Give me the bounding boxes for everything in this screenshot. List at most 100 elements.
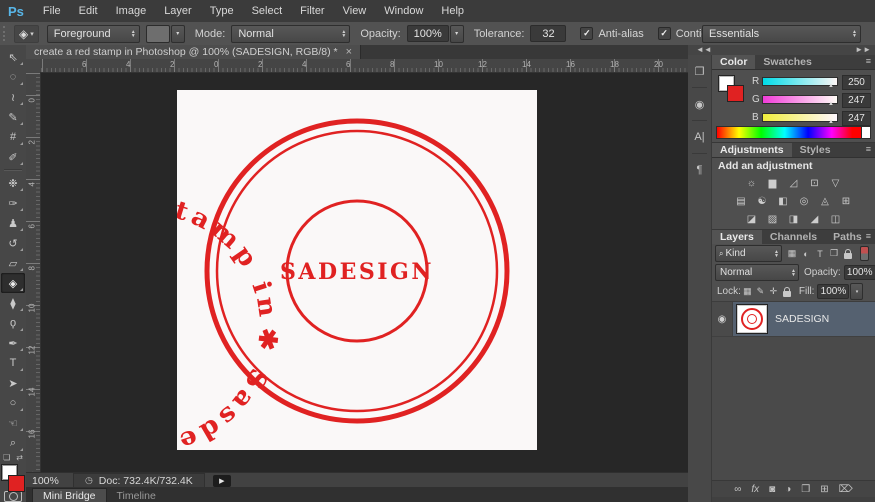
- clone-stamp-tool[interactable]: ♟: [1, 213, 25, 233]
- lock-all-icon[interactable]: [782, 286, 791, 297]
- fill-input[interactable]: 100%: [817, 284, 850, 299]
- filter-pixel-layers-icon[interactable]: ▦: [785, 247, 799, 261]
- menu-layer[interactable]: Layer: [155, 5, 201, 17]
- lock-pixels-icon[interactable]: ✎: [754, 285, 767, 298]
- character-panel-icon[interactable]: A|: [689, 125, 710, 149]
- pattern-caret-button[interactable]: ▾: [170, 24, 185, 43]
- collapse-dock-icon[interactable]: ►►: [855, 45, 871, 54]
- pattern-well[interactable]: [145, 24, 170, 43]
- properties-panel-icon[interactable]: ◉: [689, 92, 710, 116]
- tab-layers[interactable]: Layers: [712, 230, 762, 244]
- menu-view[interactable]: View: [334, 5, 376, 17]
- new-group-icon[interactable]: ❒: [801, 484, 810, 495]
- opacity-caret-button[interactable]: ▾: [449, 24, 464, 43]
- panel-menu-icon[interactable]: ≡: [866, 144, 871, 154]
- tolerance-input[interactable]: 32: [530, 25, 567, 42]
- canvas[interactable]: ✱ Sasdesign ✱ create a red Stamp in SADE…: [40, 90, 537, 462]
- tool-preset-picker[interactable]: ◈ ▾: [14, 24, 39, 43]
- workspace-select[interactable]: Essentials ▲ ▼: [702, 25, 861, 43]
- layer-thumbnail[interactable]: [736, 304, 768, 334]
- bottom-tab-timeline[interactable]: Timeline: [107, 489, 166, 502]
- canvas-viewport[interactable]: ✱ Sasdesign ✱ create a red Stamp in SADE…: [40, 72, 688, 472]
- tab-paths[interactable]: Paths: [825, 230, 870, 244]
- filter-type-layers-icon[interactable]: T: [813, 247, 827, 261]
- channel-mixer-icon[interactable]: ◬: [817, 195, 833, 208]
- layers-opacity-input[interactable]: 100%: [843, 265, 875, 280]
- close-icon[interactable]: ×: [346, 46, 352, 58]
- layer-style-icon[interactable]: fx: [751, 484, 759, 495]
- new-layer-icon[interactable]: ⊞: [820, 484, 828, 495]
- eraser-tool[interactable]: ▱: [1, 253, 25, 273]
- swap-colors-icon[interactable]: ⇄: [16, 453, 23, 462]
- elliptical-marquee-tool[interactable]: ◌: [1, 67, 25, 87]
- color-balance-icon[interactable]: ☯: [754, 195, 770, 208]
- checkbox-anti-alias[interactable]: ✓ Anti-alias: [580, 27, 644, 40]
- ruler-corner[interactable]: [26, 59, 41, 73]
- blend-mode-select[interactable]: Normal ▲ ▼: [715, 264, 799, 281]
- tab-styles[interactable]: Styles: [792, 143, 839, 157]
- blur-tool[interactable]: ⧫: [1, 293, 25, 313]
- levels-icon[interactable]: ▆: [765, 177, 781, 190]
- zoom-tool[interactable]: ⌕: [1, 433, 25, 453]
- selective-color-icon[interactable]: ◫: [828, 213, 844, 226]
- filter-adjustment-layers-icon[interactable]: ◐: [799, 247, 813, 261]
- vibrance-icon[interactable]: ▽: [828, 177, 844, 190]
- paragraph-panel-icon[interactable]: ¶: [689, 158, 710, 182]
- spectrum-white-swatch[interactable]: [861, 126, 871, 139]
- layer-row[interactable]: ◉ SADESIGN: [712, 302, 875, 337]
- filter-smart-object-icon[interactable]: [844, 248, 852, 259]
- black-white-icon[interactable]: ◧: [775, 195, 791, 208]
- path-selection-tool[interactable]: ➤: [1, 373, 25, 393]
- gradient-map-icon[interactable]: ◢: [807, 213, 823, 226]
- background-color-swatch[interactable]: [727, 85, 744, 102]
- hand-tool[interactable]: ☜: [1, 413, 25, 433]
- opacity-input[interactable]: 100%: [406, 25, 449, 42]
- lasso-tool[interactable]: ≀: [1, 87, 25, 107]
- fill-caret[interactable]: ▾: [850, 283, 864, 300]
- new-adjustment-layer-icon[interactable]: ◑: [785, 484, 791, 495]
- menu-edit[interactable]: Edit: [70, 5, 107, 17]
- brush-tool[interactable]: ✑: [1, 193, 25, 213]
- panel-menu-icon[interactable]: ≡: [866, 231, 871, 241]
- eyedropper-tool[interactable]: ✐: [1, 147, 25, 167]
- channel-slider[interactable]: [762, 113, 838, 122]
- slider-thumb-icon[interactable]: ▲: [828, 119, 834, 125]
- move-tool[interactable]: ⇖: [1, 47, 25, 67]
- channel-value-input[interactable]: 247: [842, 93, 871, 108]
- color-lookup-icon[interactable]: ⊞: [838, 195, 854, 208]
- invert-icon[interactable]: ◪: [744, 213, 760, 226]
- layer-visibility-icon[interactable]: ◉: [712, 302, 733, 336]
- fill-source-select[interactable]: Foreground ▲ ▼: [46, 24, 140, 43]
- panel-menu-icon[interactable]: ≡: [866, 56, 871, 66]
- spot-healing-brush-tool[interactable]: ❉: [1, 173, 25, 193]
- tab-swatches[interactable]: Swatches: [755, 55, 819, 69]
- exposure-icon[interactable]: ⊡: [807, 177, 823, 190]
- photo-filter-icon[interactable]: ◎: [796, 195, 812, 208]
- pen-tool[interactable]: ✒: [1, 333, 25, 353]
- channel-value-input[interactable]: 250: [842, 75, 871, 90]
- menu-image[interactable]: Image: [107, 5, 156, 17]
- layer-mask-icon[interactable]: ◙: [769, 484, 775, 495]
- ellipse-tool[interactable]: ○: [1, 393, 25, 413]
- mode-select[interactable]: Normal ▲ ▼: [231, 24, 351, 43]
- history-panel-icon[interactable]: ❐: [689, 59, 710, 83]
- checkbox-box-contiguous[interactable]: ✓: [657, 27, 671, 40]
- bottom-tab-mini-bridge[interactable]: Mini Bridge: [32, 488, 107, 502]
- channel-slider[interactable]: [762, 95, 838, 104]
- curves-icon[interactable]: ◿: [786, 177, 802, 190]
- channel-slider[interactable]: [762, 77, 838, 86]
- link-layers-icon[interactable]: ∞: [734, 484, 741, 495]
- threshold-icon[interactable]: ◨: [786, 213, 802, 226]
- options-grip[interactable]: [3, 26, 8, 41]
- hue-saturation-icon[interactable]: ▤: [733, 195, 749, 208]
- dodge-tool[interactable]: ϙ: [1, 313, 25, 333]
- tab-color[interactable]: Color: [712, 55, 756, 69]
- channel-value-input[interactable]: 247: [842, 111, 871, 126]
- color-spectrum-ramp[interactable]: [716, 126, 865, 139]
- status-expand-button[interactable]: ▶: [212, 474, 231, 487]
- menu-filter[interactable]: Filter: [291, 5, 333, 17]
- quick-selection-tool[interactable]: ✎: [1, 107, 25, 127]
- tab-channels[interactable]: Channels: [762, 230, 825, 244]
- lock-transparency-icon[interactable]: ▦: [741, 285, 754, 298]
- background-color-swatch[interactable]: [8, 475, 25, 492]
